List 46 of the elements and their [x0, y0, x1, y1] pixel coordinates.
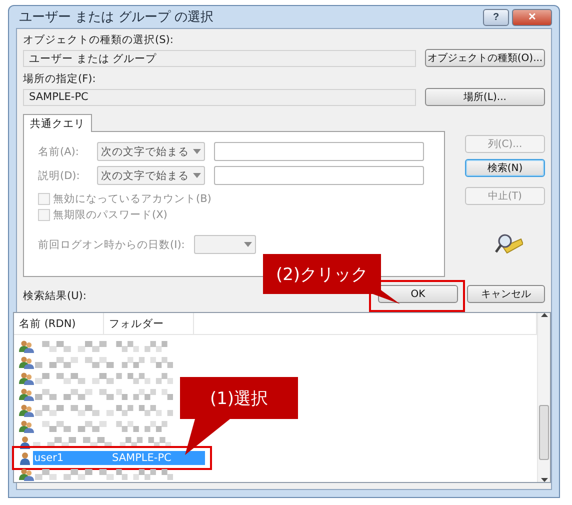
folder-text: SAMPLE-PC — [111, 452, 172, 464]
name-label: 名前(A): — [38, 144, 80, 158]
user-group-icon — [19, 372, 34, 384]
callout-pointer — [185, 419, 230, 455]
days-dropdown[interactable] — [194, 235, 256, 254]
object-type-label: オブジェクトの種類の選択(S): — [23, 33, 174, 47]
checkbox-label: 無効になっているアカウント(B) — [53, 192, 212, 206]
location-button[interactable]: 場所(L)... — [425, 88, 545, 106]
scrollbar[interactable] — [537, 313, 550, 482]
description-input-field[interactable] — [214, 166, 424, 185]
caret-icon — [193, 173, 201, 178]
caret-icon — [244, 242, 252, 247]
object-type-field: ユーザー または グループ — [23, 50, 416, 66]
user-group-icon — [19, 388, 34, 400]
name-input-field[interactable] — [214, 142, 424, 161]
user-group-icon — [19, 468, 34, 480]
results-label: 検索結果(U): — [23, 289, 86, 303]
checkbox-label: 無期限のパスワード(X) — [53, 208, 168, 222]
object-type-button[interactable]: オブジェクトの種類(O)... — [425, 49, 545, 67]
name-mode-dropdown[interactable]: 次の文字で始まる — [97, 142, 205, 161]
result-row[interactable] — [33, 435, 171, 449]
ok-button[interactable]: OK — [378, 285, 458, 303]
description-mode-dropdown[interactable]: 次の文字で始まる — [97, 166, 205, 185]
cancel-button[interactable]: キャンセル — [467, 285, 545, 303]
user-name-text: user1 — [33, 452, 65, 464]
location-label: 場所の指定(F): — [23, 72, 97, 86]
user-group-icon — [19, 340, 34, 352]
description-label: 説明(D): — [38, 168, 81, 182]
column-header[interactable]: 名前 (RDN) — [14, 313, 104, 334]
side-button[interactable]: 検索(N) — [465, 159, 545, 177]
window-title: ユーザー または グループ の選択 — [18, 9, 214, 26]
user-group-icon — [19, 420, 34, 432]
user-group-icon — [19, 404, 34, 416]
magnifier-icon — [495, 233, 523, 255]
result-row[interactable] — [35, 467, 173, 481]
column-header[interactable]: フォルダー — [104, 313, 194, 334]
caret-icon — [193, 149, 201, 154]
days-label: 前回ログオン時からの日数(I): — [38, 238, 185, 252]
user-icon — [19, 452, 32, 464]
user-group-icon — [19, 356, 34, 368]
location-field: SAMPLE-PC — [23, 88, 416, 106]
scroll-down-icon[interactable] — [540, 478, 548, 482]
tab[interactable]: 共通クエリ — [23, 114, 92, 132]
user-icon — [19, 436, 32, 448]
help-button[interactable]: ? — [483, 8, 509, 26]
scroll-up-icon[interactable] — [540, 313, 548, 317]
